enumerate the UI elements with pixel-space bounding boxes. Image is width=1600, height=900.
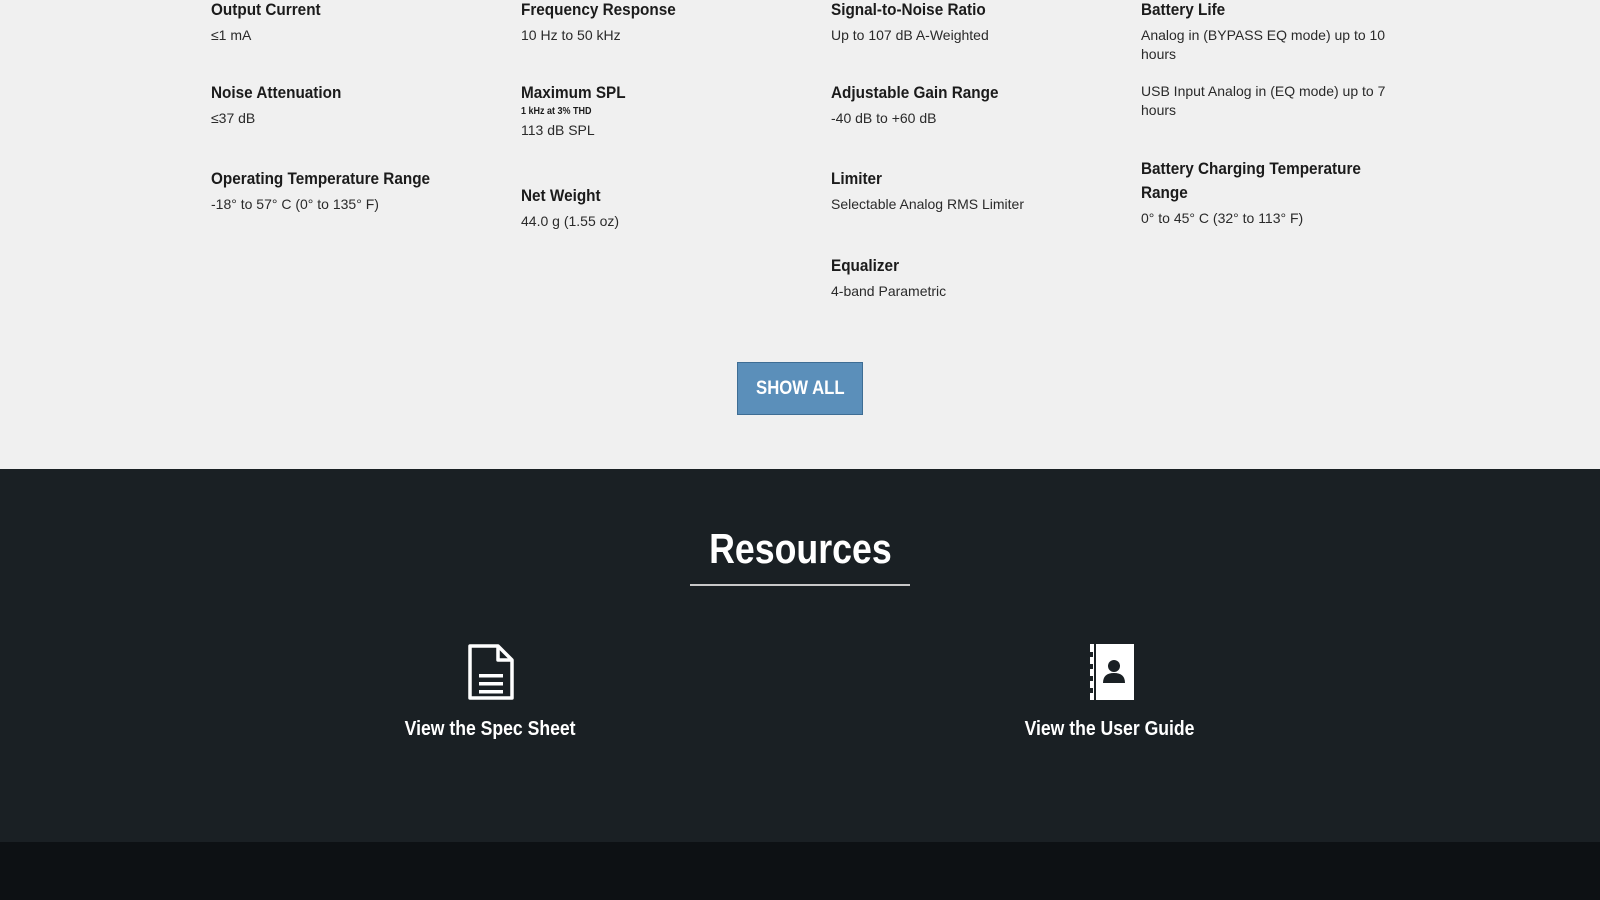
spec-battery-charging-temperature: Battery Charging Temperature Range 0° to… bbox=[1141, 157, 1391, 228]
spec-maximum-spl: Maximum SPL 1 kHz at 3% THD 113 dB SPL bbox=[521, 81, 771, 140]
spec-value: Analog in (BYPASS EQ mode) up to 10 hour… bbox=[1141, 27, 1386, 62]
resources-title-text: Resources bbox=[708, 525, 892, 572]
spec-sheet-link[interactable]: View the Spec Sheet bbox=[380, 642, 600, 742]
document-icon bbox=[468, 644, 514, 700]
spec-limiter: Limiter Selectable Analog RMS Limiter bbox=[831, 167, 1081, 214]
spec-label: Maximum SPL bbox=[521, 83, 626, 102]
spec-note: 1 kHz at 3% THD bbox=[521, 106, 592, 117]
spec-label: Battery Charging Temperature Range bbox=[1141, 159, 1361, 202]
spec-label: Noise Attenuation bbox=[211, 83, 342, 102]
user-guide-link[interactable]: View the User Guide bbox=[1000, 642, 1220, 742]
user-guide-link-label[interactable]: View the User Guide bbox=[1000, 716, 1220, 742]
spec-noise-attenuation: Noise Attenuation ≤37 dB bbox=[211, 81, 461, 128]
spec-label: Net Weight bbox=[521, 186, 601, 205]
spec-adjustable-gain: Adjustable Gain Range -40 dB to +60 dB bbox=[831, 81, 1081, 128]
resources-title-underline bbox=[690, 584, 910, 586]
spec-value: 4-band Parametric bbox=[831, 283, 947, 299]
spec-label: Frequency Response bbox=[521, 0, 676, 19]
resources-title: Resources bbox=[0, 521, 1600, 577]
spec-value: 44.0 g (1.55 oz) bbox=[521, 213, 620, 229]
spec-frequency-response: Frequency Response 10 Hz to 50 kHz bbox=[521, 0, 771, 45]
spec-label: Battery Life bbox=[1141, 0, 1226, 19]
specs-section: Output Current ≤1 mA Noise Attenuation ≤… bbox=[0, 0, 1600, 469]
spec-value: -18° to 57° C (0° to 135° F) bbox=[211, 196, 379, 212]
spec-value: ≤1 mA bbox=[211, 27, 252, 43]
spec-value: Selectable Analog RMS Limiter bbox=[831, 196, 1024, 212]
show-all-button[interactable]: SHOW ALL bbox=[737, 362, 863, 415]
spec-label: Operating Temperature Range bbox=[211, 169, 431, 188]
spec-equalizer: Equalizer 4-band Parametric bbox=[831, 254, 1081, 301]
spec-value: Up to 107 dB A-Weighted bbox=[831, 27, 989, 43]
spec-battery-life: Battery Life Analog in (BYPASS EQ mode) … bbox=[1141, 0, 1391, 120]
spec-label: Limiter bbox=[831, 169, 883, 188]
spec-value: 0° to 45° C (32° to 113° F) bbox=[1141, 210, 1304, 226]
spec-label: Adjustable Gain Range bbox=[831, 83, 999, 102]
resources-section: Resources View the Spec Sheet View the U… bbox=[0, 469, 1600, 842]
spec-label: Equalizer bbox=[831, 256, 900, 275]
footer bbox=[0, 842, 1600, 900]
contact-book-icon bbox=[1088, 644, 1134, 700]
spec-label: Output Current bbox=[211, 0, 321, 19]
spec-value: -40 dB to +60 dB bbox=[831, 110, 937, 126]
show-all-label: SHOW ALL bbox=[755, 377, 845, 399]
spec-value-secondary: USB Input Analog in (EQ mode) up to 7 ho… bbox=[1141, 83, 1386, 118]
spec-sheet-link-text: View the Spec Sheet bbox=[404, 718, 576, 740]
spec-output-current: Output Current ≤1 mA bbox=[211, 0, 461, 45]
spec-value: ≤37 dB bbox=[211, 110, 256, 126]
spec-operating-temperature: Operating Temperature Range -18° to 57° … bbox=[211, 167, 461, 214]
spec-sheet-link-label[interactable]: View the Spec Sheet bbox=[380, 716, 600, 742]
spec-value: 10 Hz to 50 kHz bbox=[521, 27, 621, 43]
user-guide-link-text: View the User Guide bbox=[1025, 718, 1195, 740]
spec-value: 113 dB SPL bbox=[521, 122, 595, 138]
spec-net-weight: Net Weight 44.0 g (1.55 oz) bbox=[521, 184, 771, 231]
spec-label: Signal-to-Noise Ratio bbox=[831, 0, 986, 19]
spec-signal-to-noise: Signal-to-Noise Ratio Up to 107 dB A-Wei… bbox=[831, 0, 1081, 45]
